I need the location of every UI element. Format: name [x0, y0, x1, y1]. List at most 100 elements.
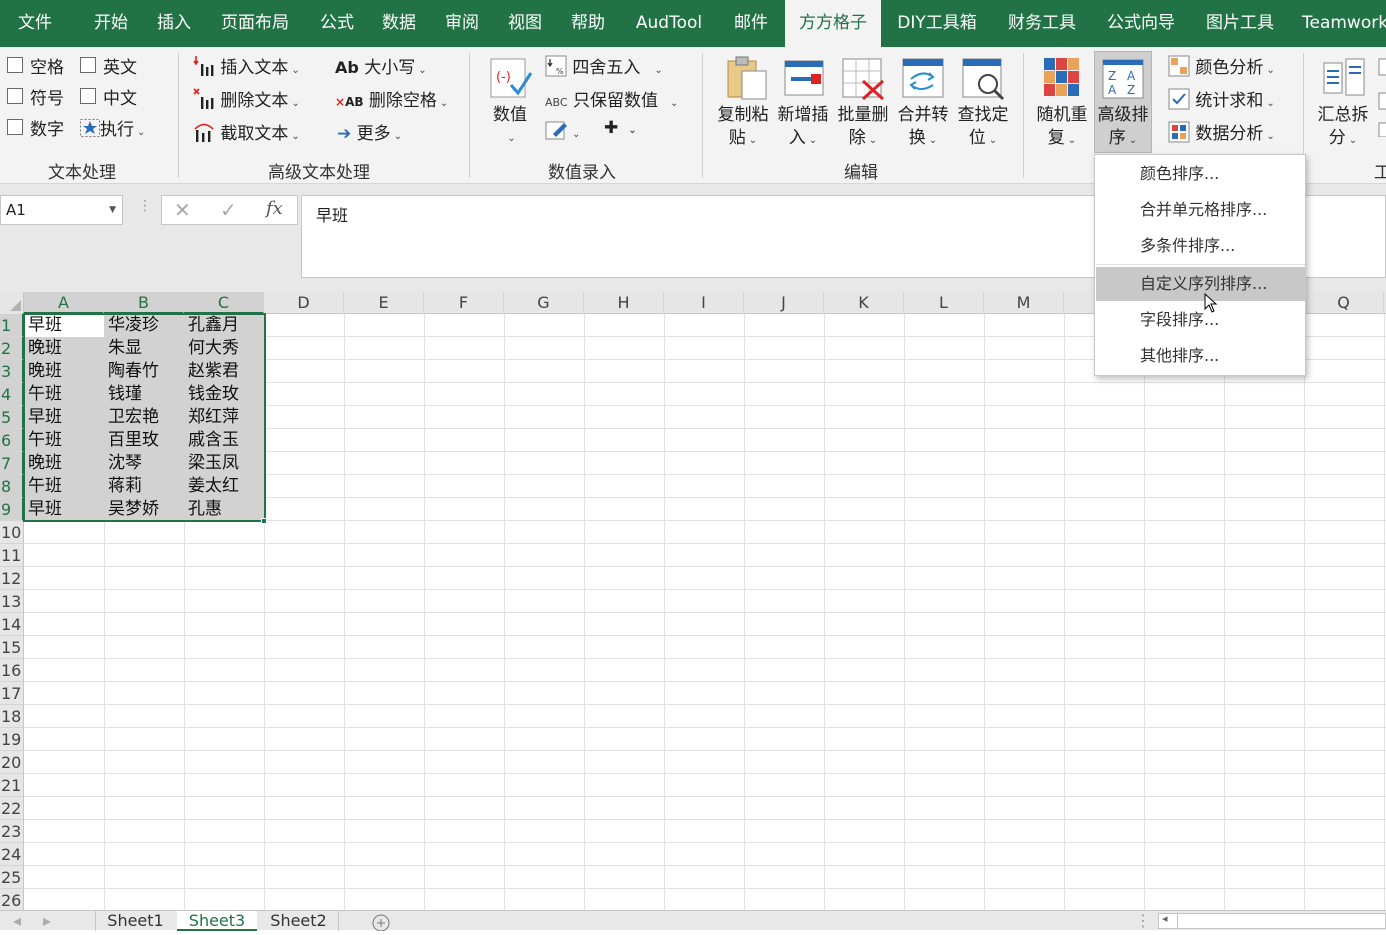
menu-tab-insert[interactable]: 插入: [143, 0, 205, 47]
delete-text-button[interactable]: 删除文本 ⌄: [193, 86, 300, 111]
name-box[interactable]: A1 ▼: [0, 195, 123, 225]
insert-text-button[interactable]: 插入文本 ⌄: [193, 53, 300, 78]
row-header-24[interactable]: 24: [0, 843, 24, 866]
row-header-3[interactable]: 3: [0, 360, 24, 383]
numeric-button[interactable]: 数值 ⌄: [486, 104, 534, 150]
menu-tab-file[interactable]: 文件: [0, 0, 70, 47]
menu-tab-view[interactable]: 视图: [494, 0, 556, 47]
splitter-icon[interactable]: ⋮: [1135, 911, 1151, 931]
prev-sheet-icon[interactable]: ◂: [10, 911, 24, 931]
column-header-c[interactable]: C: [184, 292, 264, 314]
checkbox-space[interactable]: [7, 57, 23, 73]
row-header-8[interactable]: 8: [0, 475, 24, 498]
round-button[interactable]: % 四舍五入 ⌄: [545, 53, 663, 78]
row-header-4[interactable]: 4: [0, 383, 24, 406]
column-header-h[interactable]: H: [584, 292, 664, 314]
row-header-19[interactable]: 19: [0, 728, 24, 751]
row-header-11[interactable]: 11: [0, 544, 24, 567]
enter-icon[interactable]: ✓: [220, 198, 237, 222]
column-header-m[interactable]: M: [984, 292, 1064, 314]
add-button[interactable]: ✚ ⌄: [604, 118, 637, 138]
dropdown-item-merged-cell-sort[interactable]: 合并单元格排序...: [1096, 193, 1305, 227]
row-header-17[interactable]: 17: [0, 682, 24, 705]
dropdown-item-field-sort[interactable]: 字段排序...: [1096, 303, 1305, 337]
column-header-q[interactable]: Q: [1304, 292, 1384, 314]
row-header-20[interactable]: 20: [0, 751, 24, 774]
column-header-j[interactable]: J: [744, 292, 824, 314]
cancel-icon[interactable]: ✕: [174, 198, 191, 222]
checkbox-chinese[interactable]: [80, 88, 96, 104]
menu-tab-finance[interactable]: 财务工具: [998, 0, 1086, 47]
column-header-e[interactable]: E: [344, 292, 424, 314]
more-button[interactable]: ➔ 更多 ⌄: [337, 119, 402, 144]
drag-handle-icon[interactable]: ⋮: [138, 198, 152, 214]
menu-tab-review[interactable]: 审阅: [431, 0, 493, 47]
advanced-sort-button[interactable]: ZAAZ 高级排 序 ⌄: [1094, 51, 1152, 153]
select-all-button[interactable]: [0, 292, 24, 314]
row-header-23[interactable]: 23: [0, 820, 24, 843]
add-sheet-button[interactable]: [370, 911, 392, 932]
row-header-13[interactable]: 13: [0, 590, 24, 613]
sheet-tab-sheet1[interactable]: Sheet1: [95, 911, 175, 931]
scroll-left-icon[interactable]: ◂: [1162, 912, 1168, 925]
dropdown-item-color-sort[interactable]: 颜色排序...: [1096, 157, 1305, 191]
function-icon[interactable]: fx: [266, 198, 283, 219]
row-header-9[interactable]: 9: [0, 498, 24, 521]
menu-tab-data[interactable]: 数据: [368, 0, 430, 47]
next-sheet-icon[interactable]: ▸: [40, 911, 54, 931]
sheet-tab-sheet2[interactable]: Sheet2: [259, 911, 339, 931]
random-repeat-button[interactable]: 随机重 复 ⌄: [1033, 104, 1091, 152]
dropdown-item-custom-list-sort[interactable]: 自定义序列排序...: [1096, 267, 1305, 301]
menu-tab-diy[interactable]: DIY工具箱: [887, 0, 987, 47]
copy-paste-button[interactable]: 复制粘 贴 ⌄: [714, 104, 772, 152]
merge-convert-button[interactable]: 合并转 换 ⌄: [894, 104, 952, 152]
column-header-f[interactable]: F: [424, 292, 504, 314]
summary-split-button[interactable]: 汇总拆 分 ⌄: [1314, 104, 1372, 152]
row-header-7[interactable]: 7: [0, 452, 24, 475]
row-header-25[interactable]: 25: [0, 866, 24, 889]
row-header-1[interactable]: 1: [0, 314, 24, 337]
dropdown-item-other-sort[interactable]: 其他排序...: [1096, 339, 1305, 373]
fill-handle[interactable]: [261, 518, 267, 524]
row-header-2[interactable]: 2: [0, 337, 24, 360]
horizontal-scrollbar[interactable]: ◂: [1158, 912, 1386, 929]
checkbox-english[interactable]: [80, 57, 96, 73]
data-analysis-button[interactable]: 数据分析 ⌄: [1168, 119, 1275, 144]
execute-button[interactable]: 执行 ⌄: [80, 115, 145, 140]
row-header-10[interactable]: 10: [0, 521, 24, 544]
keep-value-button[interactable]: ABC 只保留数值 ⌄: [545, 86, 678, 111]
row-header-22[interactable]: 22: [0, 797, 24, 820]
find-locate-button[interactable]: 查找定 位 ⌄: [954, 104, 1012, 152]
chevron-down-icon[interactable]: ▼: [109, 196, 116, 224]
menu-tab-audtool[interactable]: AudTool: [624, 0, 714, 47]
row-header-21[interactable]: 21: [0, 774, 24, 797]
delete-space-button[interactable]: ×AB 删除空格 ⌄: [335, 86, 448, 111]
column-header-g[interactable]: G: [504, 292, 584, 314]
extract-text-button[interactable]: 截取文本 ⌄: [193, 119, 300, 144]
insert-new-button[interactable]: 新增插 入 ⌄: [774, 104, 832, 152]
case-button[interactable]: Ab 大小写 ⌄: [335, 53, 427, 78]
stat-sum-button[interactable]: 统计求和 ⌄: [1168, 86, 1275, 111]
column-header-a[interactable]: A: [24, 292, 104, 314]
color-analysis-button[interactable]: 颜色分析 ⌄: [1168, 53, 1275, 78]
row-header-15[interactable]: 15: [0, 636, 24, 659]
column-header-b[interactable]: B: [104, 292, 184, 314]
row-header-5[interactable]: 5: [0, 406, 24, 429]
menu-tab-layout[interactable]: 页面布局: [211, 0, 299, 47]
edit-value-button[interactable]: ⌄: [545, 119, 580, 142]
row-header-18[interactable]: 18: [0, 705, 24, 728]
column-header-k[interactable]: K: [824, 292, 904, 314]
column-header-d[interactable]: D: [264, 292, 344, 314]
menu-tab-home[interactable]: 开始: [80, 0, 142, 47]
menu-tab-help[interactable]: 帮助: [557, 0, 619, 47]
batch-delete-button[interactable]: 批量删 除 ⌄: [834, 104, 892, 152]
checkbox-number[interactable]: [7, 119, 23, 135]
dropdown-item-multi-condition-sort[interactable]: 多条件排序...: [1096, 229, 1305, 263]
column-header-l[interactable]: L: [904, 292, 984, 314]
row-header-16[interactable]: 16: [0, 659, 24, 682]
checkbox-symbol[interactable]: [7, 88, 23, 104]
row-header-12[interactable]: 12: [0, 567, 24, 590]
row-header-6[interactable]: 6: [0, 429, 24, 452]
menu-tab-ffcell[interactable]: 方方格子: [785, 0, 881, 47]
row-header-26[interactable]: 26: [0, 889, 24, 910]
